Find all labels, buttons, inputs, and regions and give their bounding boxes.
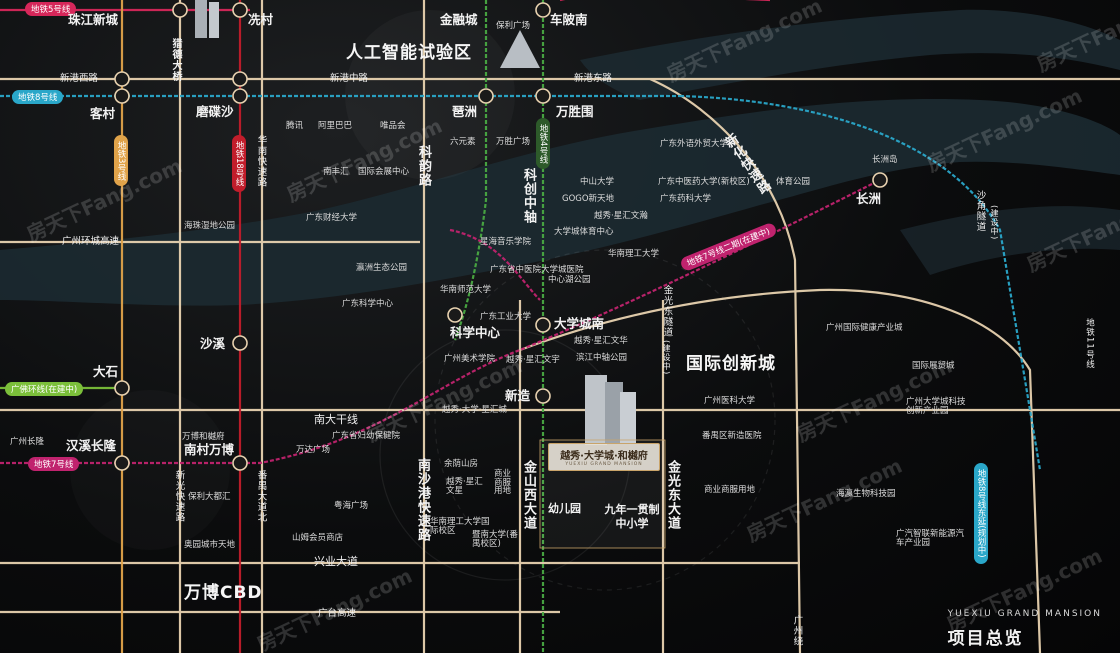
poi-2: 阿里巴巴 xyxy=(318,121,353,131)
poi-0: 保利广场 xyxy=(496,21,531,31)
poi-8: 广东外语外贸大学 xyxy=(660,139,729,149)
station-pazhou: 琶洲 xyxy=(452,104,478,119)
road-shadao: 沙角隧道 xyxy=(974,190,986,232)
footer-cn: 项目总览 xyxy=(947,629,1024,649)
station-kecun: 客村 xyxy=(90,106,116,121)
poi-14: GOGO新天地 xyxy=(562,194,615,204)
poi-4: 六元素 xyxy=(450,137,476,147)
poi-37: 万博和樾府 xyxy=(182,432,225,442)
road-kcu-line11: 地铁11号线 xyxy=(1084,318,1095,369)
poi-29: 广州美术学院 xyxy=(444,354,496,364)
station-dashi: 大石 xyxy=(93,364,119,379)
poi-20: 华南理工大学 xyxy=(608,249,660,259)
poi-15: 广东药科大学 xyxy=(660,194,712,204)
poi-22: 瀛洲生态公园 xyxy=(356,263,408,273)
line7-tag: 地铁7号线 xyxy=(28,457,80,471)
poi-40: 万达广场 xyxy=(296,445,331,455)
poi-50: 广汽智联新能源汽车产业园 xyxy=(896,529,965,548)
poi-41: 余荫山房 xyxy=(444,459,479,469)
station-changzhou: 长洲 xyxy=(856,191,882,206)
poi-9: 中山大学 xyxy=(580,177,615,187)
station-nancunwanbo: 南村万博 xyxy=(184,442,235,457)
area-ai-zone: 人工智能试验区 xyxy=(346,43,472,63)
road-huancheng: 广州环城高速 xyxy=(62,236,120,247)
road-jinshanxi: 金山西大道 xyxy=(521,460,536,530)
station-wanshengwei: 万胜围 xyxy=(556,104,594,119)
poi-44: 保利大都汇 xyxy=(188,492,231,502)
project-name: 越秀·大学城·和樾府 xyxy=(560,451,648,462)
poi-21: 广东省中医院大学城医院 xyxy=(490,265,584,275)
road-kecuo: 科韵路 xyxy=(416,145,431,187)
road-xingangzhong: 新港中路 xyxy=(330,73,369,84)
road-panyudadao: 番禺大道北 xyxy=(255,470,267,523)
poi-49: 暨南大学(番禺校区) xyxy=(472,530,518,549)
project-name-en: YUEXIU GRAND MANSION xyxy=(565,462,643,467)
station-hanxichanglong: 汉溪长隆 xyxy=(66,438,117,453)
road-jinguangdong: 金光东大道 xyxy=(665,460,680,530)
poi-13: 广东财经大学 xyxy=(306,213,358,223)
station-liede: 猎德大桥 xyxy=(170,38,181,82)
road-kechuang: 科创中轴 xyxy=(521,168,536,224)
map-canvas: 地铁5号线 地铁8号线 地铁3号线 地铁18号线 地铁4号线 地铁7号线 广佛环… xyxy=(0,0,1120,653)
poi-52: 山姆会员商店 xyxy=(292,533,344,543)
poi-51: 奥园城市天地 xyxy=(184,540,236,550)
road-xingangdong: 新港东路 xyxy=(574,73,613,84)
poi-16: 越秀·星汇文瀚 xyxy=(594,211,648,221)
poi-45: 商业商服用地 xyxy=(704,485,756,495)
project-school: 九年一贯制中小学 xyxy=(604,503,660,531)
poi-25: 广东科学中心 xyxy=(342,299,394,309)
footer-title: YUEXIU GRAND MANSION 项目总览 xyxy=(948,609,1102,649)
footer-en: YUEXIU GRAND MANSION xyxy=(947,609,1102,619)
road-shadao-sub: (建设中) xyxy=(990,205,999,241)
line8-tag: 地铁8号线 xyxy=(12,90,64,104)
station-xinzao: 新造 xyxy=(505,388,531,403)
station-shaxi: 沙溪 xyxy=(200,336,226,351)
line18-tag: 地铁18号线 xyxy=(232,135,246,192)
poi-43: 商业商服用地 xyxy=(494,469,512,496)
poi-12: 长洲岛 xyxy=(872,155,898,165)
road-xingyedadao: 兴业大道 xyxy=(314,555,358,568)
poi-26: 广东工业大学 xyxy=(480,312,532,322)
line4-tag: 地铁4号线 xyxy=(536,118,550,170)
poi-35: 广州大学城科技创新产业园 xyxy=(906,397,966,416)
poi-1: 腾讯 xyxy=(286,121,304,131)
area-intl-innovation: 国际创新城 xyxy=(686,354,776,374)
road-jinguangdongsui: 金光东隧道 xyxy=(661,285,673,338)
poi-39: 番禺区新造医院 xyxy=(702,431,762,441)
poi-42: 越秀·星汇文星 xyxy=(446,477,483,496)
line8-east-tag: 地铁8号线东延(规划中) xyxy=(974,463,988,564)
station-zhujiang: 珠江新城 xyxy=(68,12,119,27)
road-jinguangdongsui-sub: (建设中) xyxy=(662,340,671,376)
poi-10: 广东中医药大学(新校区) xyxy=(658,177,750,187)
road-nandaganxian: 南大干线 xyxy=(314,413,358,426)
poi-27: 越秀·星汇文华 xyxy=(574,336,628,346)
project-plaque: 越秀·大学城·和樾府 YUEXIU GRAND MANSION xyxy=(548,443,660,471)
station-jinrongcheng: 金融城 xyxy=(440,12,478,27)
poi-19: 星海音乐学院 xyxy=(480,237,532,247)
road-guangzhouring: 广州绕 xyxy=(791,615,803,647)
poi-36: 广州长隆 xyxy=(10,437,45,447)
road-xingangxi: 新港西路 xyxy=(60,73,99,84)
road-xinguang: 新光快速路 xyxy=(173,470,185,523)
poi-18: 海珠湿地公园 xyxy=(184,221,236,231)
road-huanan: 华南快速路 xyxy=(255,135,267,188)
poi-24: 华南师范大学 xyxy=(440,285,492,295)
poi-28: 广州国际健康产业城 xyxy=(826,323,903,333)
poi-11: 体育公园 xyxy=(776,177,811,187)
station-mocasha: 磨碟沙 xyxy=(196,104,234,119)
road-nanshagang: 南沙港快速路 xyxy=(415,458,430,542)
guangfo-tag: 广佛环线(在建中) xyxy=(5,382,84,396)
poi-17: 大学城体育中心 xyxy=(554,227,614,237)
poi-7: 万胜广场 xyxy=(496,137,531,147)
station-kexuezhongxin: 科学中心 xyxy=(450,325,501,340)
poi-23: 中心湖公园 xyxy=(548,275,591,285)
poi-34: 广州医科大学 xyxy=(704,396,756,406)
poi-47: 粤海广场 xyxy=(334,501,369,511)
station-chebeinan: 车陂南 xyxy=(550,12,588,27)
station-daxuechengnan: 大学城南 xyxy=(554,316,605,331)
station-xiancun: 冼村 xyxy=(248,12,274,27)
poi-31: 滨江中轴公园 xyxy=(576,353,628,363)
area-wanbo-cbd: 万博CBD xyxy=(184,583,263,603)
project-kindergarten: 幼儿园 xyxy=(548,502,581,515)
